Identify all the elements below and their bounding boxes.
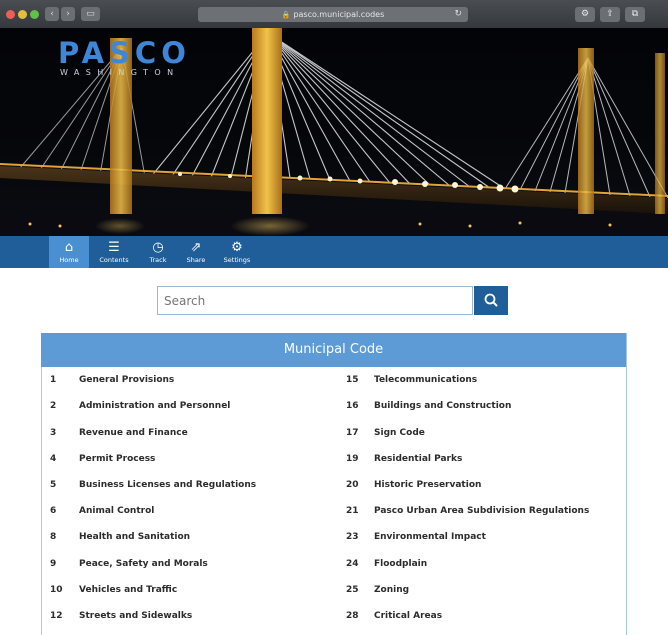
lock-icon: 🔒 [281,11,291,19]
code-title[interactable]: General Provisions [79,372,174,388]
code-title[interactable]: Floodplain [374,556,427,572]
gears-icon: ⚙ [231,240,243,255]
sidebar-toggle-button[interactable]: ▭ [81,7,100,21]
address-text: pasco.municipal.codes [293,10,385,19]
code-number: 9 [50,559,57,569]
nav-settings-label: Settings [223,256,251,264]
code-number: 2 [50,401,57,411]
code-number: 15 [346,375,359,385]
site-logo-subtitle: WASHINGTON [60,68,180,77]
code-title[interactable]: Administration and Personnel [79,398,230,414]
code-number: 24 [346,559,359,569]
hero-banner: PASCO WASHINGTON [0,28,668,236]
code-title[interactable]: Critical Areas [374,608,442,624]
code-title[interactable]: Historic Preservation [374,477,481,493]
code-number: 6 [50,506,57,516]
nav-track[interactable]: ◷ Track [138,236,178,268]
code-title[interactable]: Business Licenses and Regulations [79,477,256,493]
share-icon: ⇗ [190,240,202,255]
code-title[interactable]: Health and Sanitation [79,529,190,545]
code-number: 4 [50,454,57,464]
minimize-window-button[interactable] [18,10,27,19]
code-number: 28 [346,611,359,621]
code-title[interactable]: Peace, Safety and Morals [79,556,208,572]
code-title[interactable]: Vehicles and Traffic [79,582,177,598]
search-button[interactable] [474,286,508,315]
address-bar[interactable]: 🔒 pasco.municipal.codes ↻ [198,7,468,22]
code-title[interactable]: Zoning [374,582,409,598]
home-icon: ⌂ [64,240,74,255]
code-title[interactable]: Environmental Impact [374,529,486,545]
code-number: 8 [50,532,57,542]
code-title[interactable]: Permit Process [79,451,155,467]
nav-contents[interactable]: ☰ Contents [94,236,134,268]
nav-home-label: Home [59,256,79,264]
gauge-icon: ◷ [152,240,164,255]
code-number: 5 [50,480,57,490]
code-number: 10 [50,585,63,595]
nav-home[interactable]: ⌂ Home [49,236,89,268]
share-page-button[interactable]: ⇪ [600,7,620,22]
code-number: 20 [346,480,359,490]
panel-title: Municipal Code [41,333,626,367]
tabs-button[interactable]: ⧉ [625,7,645,22]
code-title[interactable]: Sign Code [374,425,425,441]
code-number: 1 [50,375,57,385]
code-number: 12 [50,611,63,621]
site-logo[interactable]: PASCO [58,36,191,70]
close-window-button[interactable] [6,10,15,19]
code-number: 23 [346,532,359,542]
code-title[interactable]: Streets and Sidewalks [79,608,192,624]
list-icon: ☰ [108,240,120,255]
forward-button[interactable]: › [61,7,75,21]
nav-settings[interactable]: ⚙ Settings [217,236,257,268]
search-input[interactable] [157,286,473,315]
code-title[interactable]: Animal Control [79,503,154,519]
search-icon [484,293,498,307]
code-number: 19 [346,454,359,464]
nav-track-label: Track [149,256,167,264]
code-number: 25 [346,585,359,595]
extension-button[interactable]: ⚙ [575,7,595,22]
code-title[interactable]: Buildings and Construction [374,398,511,414]
main-nav: ⌂ Home ☰ Contents ◷ Track ⇗ Share ⚙ Sett… [0,236,668,268]
code-number: 16 [346,401,359,411]
code-number: 3 [50,428,57,438]
nav-share-label: Share [186,256,206,264]
zoom-window-button[interactable] [30,10,39,19]
code-title[interactable]: Residential Parks [374,451,462,467]
code-number: 21 [346,506,359,516]
browser-toolbar: ‹ › ▭ 🔒 pasco.municipal.codes ↻ ⚙ ⇪ ⧉ [0,0,668,29]
code-title[interactable]: Pasco Urban Area Subdivision Regulations [374,503,589,519]
code-title[interactable]: Revenue and Finance [79,425,188,441]
back-button[interactable]: ‹ [45,7,59,21]
code-title[interactable]: Telecommunications [374,372,477,388]
code-number: 17 [346,428,359,438]
reload-icon[interactable]: ↻ [454,7,462,22]
nav-contents-label: Contents [99,256,129,264]
nav-share[interactable]: ⇗ Share [176,236,216,268]
